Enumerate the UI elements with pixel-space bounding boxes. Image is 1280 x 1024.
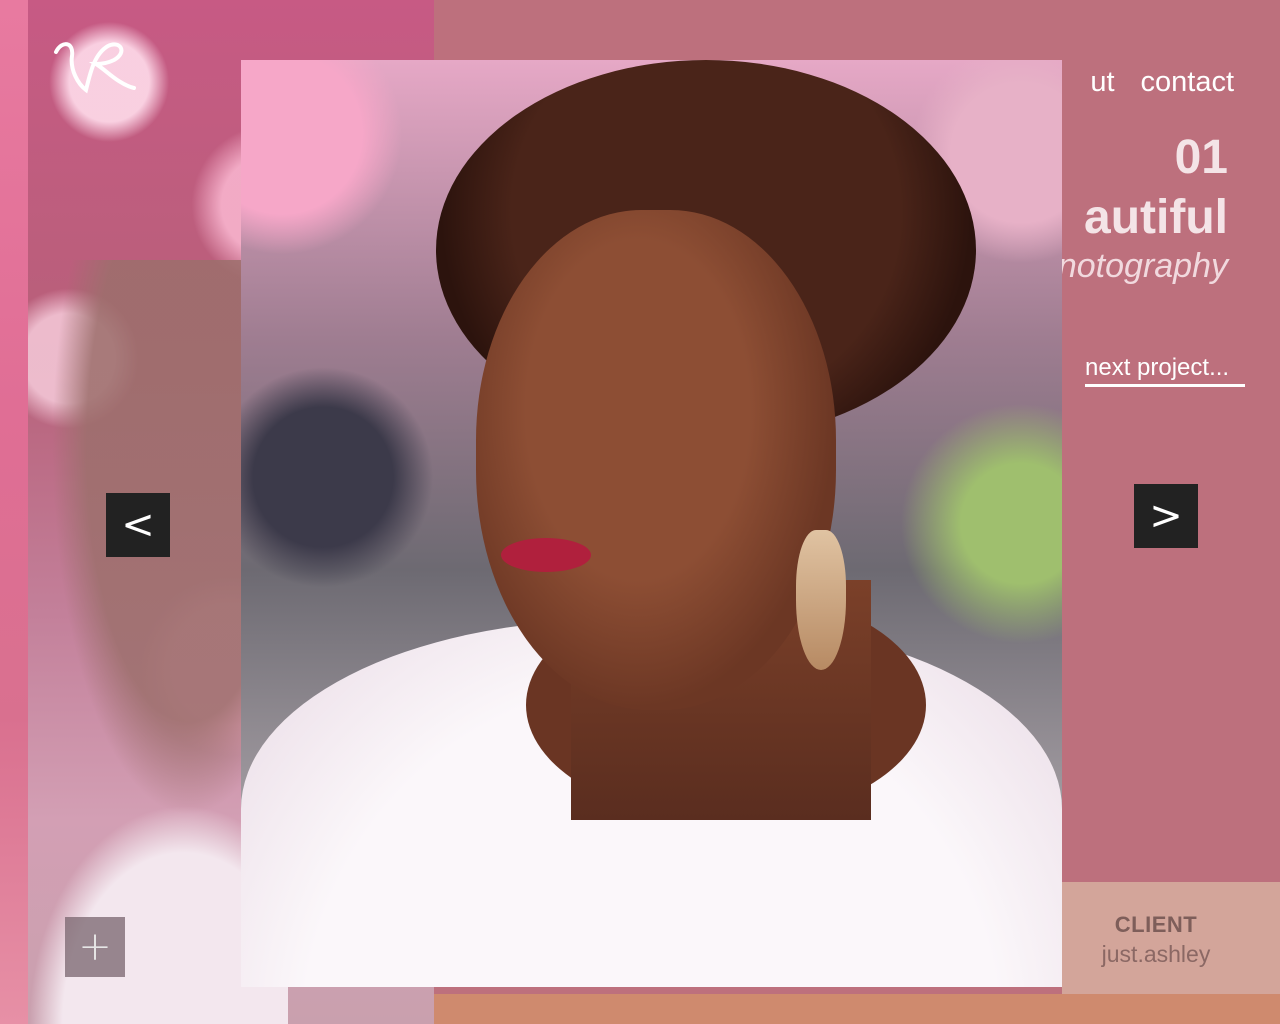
project-number: 01 [1174, 131, 1228, 184]
background-profile-silhouette [28, 260, 258, 880]
client-info-box [1062, 882, 1280, 994]
bottom-accent-strip [434, 994, 1280, 1024]
nav-contact-link[interactable]: contact [1141, 66, 1235, 98]
photo-face [476, 210, 836, 710]
logo-icon[interactable] [48, 34, 138, 98]
client-name: just.ashley [1101, 941, 1211, 967]
previous-slide-button[interactable]: < [106, 493, 170, 557]
main-portrait-photo [241, 60, 1062, 987]
next-project-link[interactable]: next project... [1085, 354, 1245, 387]
project-title: autiful [1084, 191, 1228, 244]
left-accent-strip [0, 0, 28, 1024]
photo-lips [501, 538, 591, 572]
expand-plus-button[interactable]: + [65, 917, 125, 977]
project-subtitle: notography [1057, 247, 1228, 285]
top-navigation: ut contact [1064, 66, 1234, 99]
next-slide-button[interactable]: > [1134, 484, 1198, 548]
nav-about-link[interactable]: ut [1090, 66, 1114, 98]
client-label: CLIENT [1114, 912, 1198, 937]
photo-earring [796, 530, 846, 670]
